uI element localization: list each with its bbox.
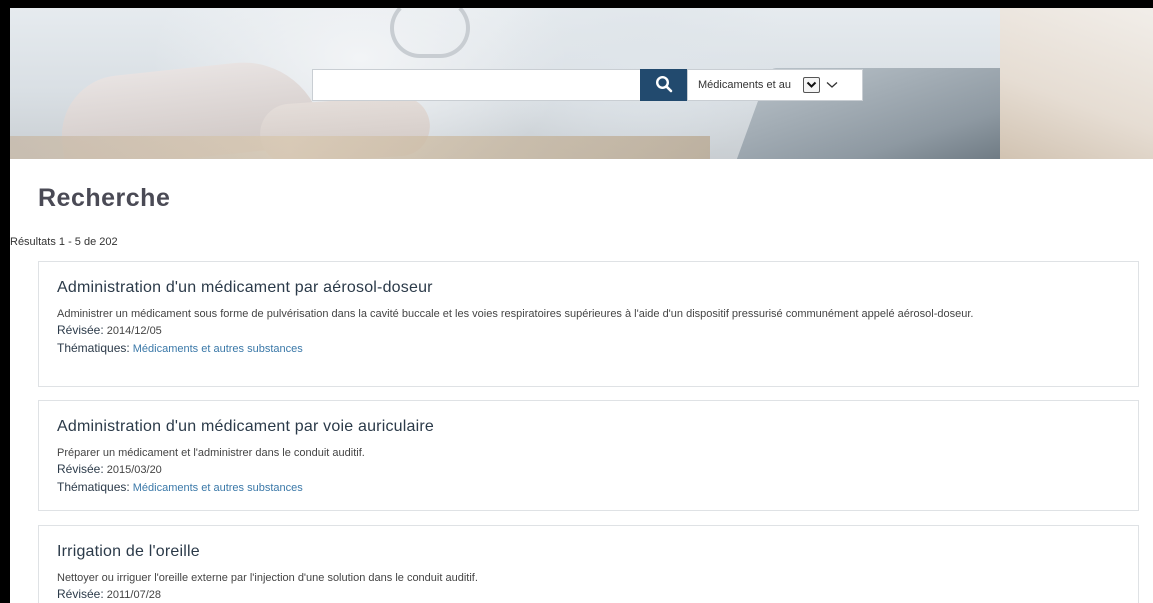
page-frame: Médicaments et au Recherche Résultats 1 …	[10, 8, 1153, 603]
revised-label: Révisée:	[57, 587, 104, 601]
result-card: Administration d'un médicament par aéros…	[38, 261, 1139, 387]
search-button[interactable]	[640, 69, 687, 101]
result-themes: Thématiques: Médicaments et autres subst…	[57, 340, 1120, 358]
theme-link[interactable]: Médicaments et autres substances	[133, 343, 303, 355]
revised-date: 2015/03/20	[106, 464, 162, 476]
revised-date: 2011/07/28	[106, 589, 161, 601]
result-themes: Thématiques: Médicaments et autres subst…	[57, 479, 1120, 497]
result-title-link[interactable]: Administration d'un médicament par voie …	[57, 418, 1120, 436]
results-count: Résultats 1 - 5 de 202	[10, 236, 118, 248]
result-card: Administration d'un médicament par voie …	[38, 400, 1139, 511]
revised-label: Révisée:	[57, 462, 104, 476]
search-scope-value: Médicaments et au	[698, 79, 791, 91]
result-description: Nettoyer ou irriguer l'oreille externe p…	[57, 572, 478, 584]
search-scope-select[interactable]: Médicaments et au	[687, 69, 863, 101]
search-bar: Médicaments et au	[312, 69, 863, 101]
result-revised: Révisée: 2014/12/05	[57, 322, 1120, 340]
revised-date: 2014/12/05	[106, 325, 162, 337]
result-title-link[interactable]: Irrigation de l'oreille	[57, 543, 1120, 561]
search-input[interactable]	[312, 69, 640, 101]
revised-label: Révisée:	[57, 323, 104, 337]
result-description: Préparer un médicament et l'administrer …	[57, 447, 365, 459]
page-title: Recherche	[38, 184, 171, 212]
result-revised: Révisée: 2011/07/28	[57, 586, 1120, 603]
result-title-link[interactable]: Administration d'un médicament par aéros…	[57, 279, 1120, 297]
hero-decor	[1000, 8, 1153, 159]
chevron-down-icon[interactable]	[803, 77, 820, 93]
hero-banner: Médicaments et au	[10, 8, 1153, 159]
hero-decor	[10, 136, 710, 159]
result-card: Irrigation de l'oreille Nettoyer ou irri…	[38, 525, 1139, 603]
chevron-down-icon	[826, 81, 838, 89]
hero-decor	[390, 8, 470, 58]
result-revised: Révisée: 2015/03/20	[57, 461, 1120, 479]
result-description: Administrer un médicament sous forme de …	[57, 308, 974, 320]
themes-label: Thématiques:	[57, 341, 130, 355]
theme-link[interactable]: Médicaments et autres substances	[133, 482, 303, 494]
search-icon	[655, 75, 673, 96]
themes-label: Thématiques:	[57, 480, 130, 494]
